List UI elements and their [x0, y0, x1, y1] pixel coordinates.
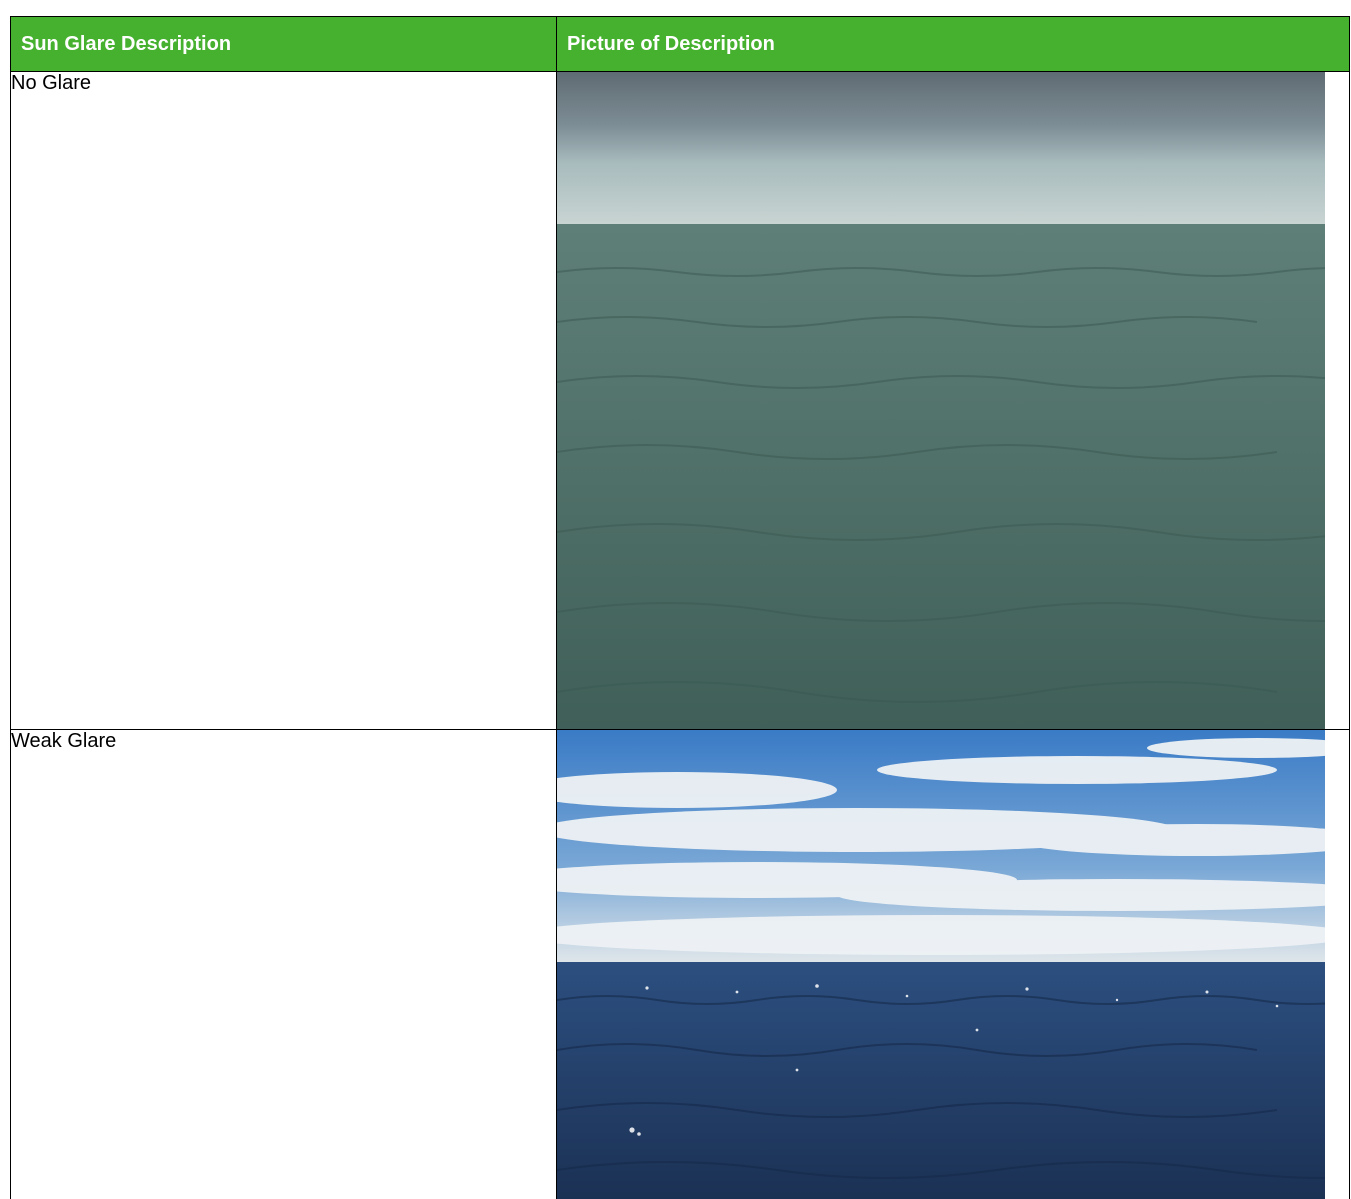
glare-description-cell: Weak Glare [10, 729, 557, 1199]
picture-cell [556, 71, 1350, 730]
table-row: Weak Glare [10, 729, 1350, 1199]
overcast-sea-photo [557, 72, 1325, 729]
picture-cell [556, 729, 1350, 1199]
header-sun-glare-description: Sun Glare Description [10, 16, 557, 72]
document-page: Sun Glare Description Picture of Descrip… [0, 0, 1351, 1199]
table-header-row: Sun Glare Description Picture of Descrip… [10, 16, 1350, 72]
table-row: No Glare [10, 71, 1350, 730]
header-picture-of-description: Picture of Description [556, 16, 1350, 72]
glare-description-cell: No Glare [10, 71, 557, 730]
partly-cloudy-sea-photo [557, 730, 1325, 1199]
sun-glare-table: Sun Glare Description Picture of Descrip… [10, 16, 1350, 1199]
